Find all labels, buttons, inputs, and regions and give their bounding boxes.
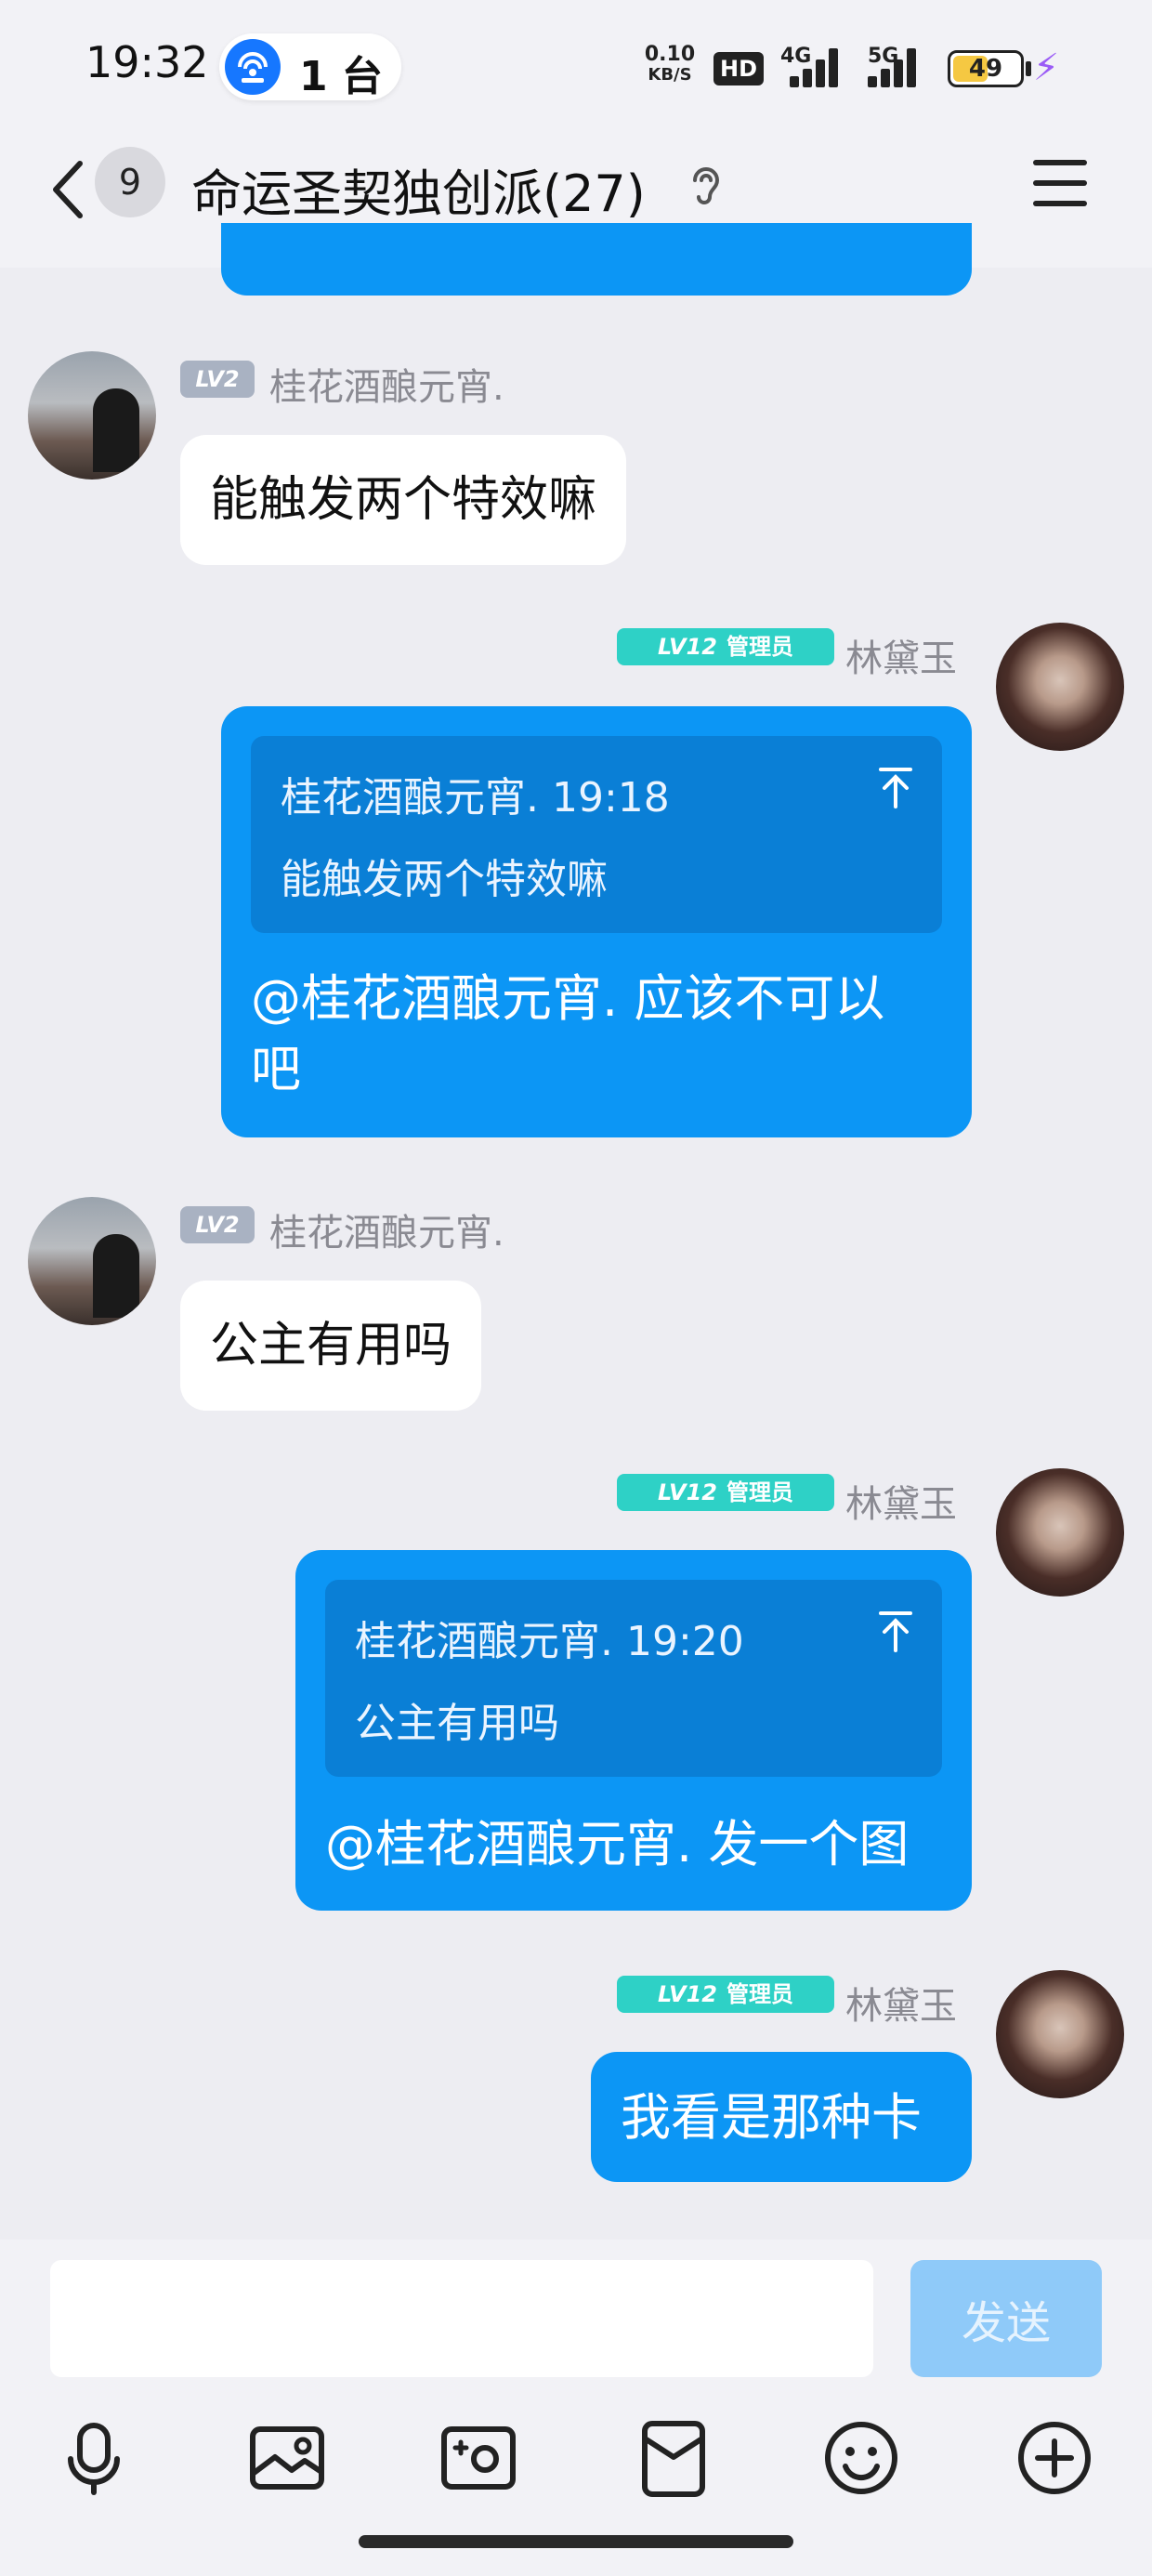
plus-icon[interactable]	[1013, 2416, 1096, 2500]
message-input[interactable]	[50, 2260, 873, 2377]
chevron-left-icon	[53, 161, 83, 218]
previous-message-bubble	[221, 223, 972, 296]
quote-header: 桂花酒酿元宵. 19:18	[281, 774, 670, 821]
hotspot-icon	[225, 39, 281, 95]
message-bubble[interactable]: 能触发两个特效嘛	[180, 435, 627, 565]
message-bubble[interactable]: 公主有用吗	[180, 1281, 482, 1411]
level-label: LV12	[658, 1479, 717, 1505]
sender-name[interactable]: 林黛玉	[845, 1976, 957, 2030]
avatar[interactable]	[28, 351, 156, 480]
avatar[interactable]	[996, 623, 1124, 751]
sender-name[interactable]: 桂花酒酿元宵.	[269, 357, 504, 411]
status-time: 19:32	[85, 37, 209, 87]
role-badge: LV12 管理员	[617, 628, 834, 665]
message-text-line: @桂花酒酿元宵. 应该不可以	[251, 969, 885, 1028]
level-label: LV12	[658, 634, 717, 660]
quote-header: 桂花酒酿元宵. 19:20	[355, 1618, 744, 1665]
ear-icon[interactable]	[686, 160, 727, 212]
microphone-icon[interactable]	[52, 2416, 136, 2500]
sender-name[interactable]: 林黛玉	[845, 628, 957, 682]
hd-voice-icon: HD	[713, 52, 764, 85]
message-bubble[interactable]: 桂花酒酿元宵. 19:18 能触发两个特效嘛 @桂花酒酿元宵. 应该不可以 吧	[221, 706, 972, 1137]
network-speed-unit: KB/S	[648, 65, 692, 85]
avatar[interactable]	[996, 1468, 1124, 1597]
role-label: 管理员	[726, 634, 793, 660]
message-bubble[interactable]: 我看是那种卡	[591, 2052, 972, 2182]
sender-name[interactable]: 林黛玉	[845, 1474, 957, 1528]
signal-4g-icon: 4G	[780, 45, 864, 87]
message-text: 我看是那种卡	[621, 2088, 922, 2147]
quote-text: 能触发两个特效嘛	[281, 856, 608, 903]
quoted-message[interactable]: 桂花酒酿元宵. 19:18 能触发两个特效嘛	[251, 736, 942, 933]
battery-level: 49	[968, 55, 1003, 83]
page-title[interactable]: 命运圣契独创派(27)	[191, 152, 646, 226]
message-bubble[interactable]: 桂花酒酿元宵. 19:20 公主有用吗 @桂花酒酿元宵. 发一个图	[295, 1550, 972, 1911]
role-label: 管理员	[726, 1981, 793, 2007]
red-packet-icon[interactable]	[632, 2416, 715, 2500]
arrow-up-icon	[879, 768, 912, 808]
role-badge: LV12 管理员	[617, 1976, 834, 2013]
battery-icon: 49	[948, 50, 1024, 87]
level-badge: LV2	[180, 361, 255, 398]
quoted-message[interactable]: 桂花酒酿元宵. 19:20 公主有用吗	[325, 1580, 942, 1777]
quote-text: 公主有用吗	[355, 1700, 559, 1747]
signal-5g-icon: 5G	[855, 45, 938, 87]
network-speed-value: 0.10	[644, 43, 696, 66]
avatar[interactable]	[28, 1197, 156, 1325]
signal-4g-label: 4G	[780, 45, 812, 68]
arrow-up-icon	[879, 1611, 912, 1652]
menu-button[interactable]	[1033, 156, 1091, 212]
message-text-line: @桂花酒酿元宵. 发一个图	[325, 1815, 910, 1873]
message-text-line: 吧	[251, 1040, 301, 1098]
level-label: LV12	[658, 1981, 717, 2007]
send-button[interactable]: 发送	[910, 2260, 1102, 2377]
home-indicator[interactable]	[359, 2535, 793, 2548]
status-bar: 19:32 1 台 0.10 KB/S HD 4G 5G 49 ⚡	[0, 0, 1152, 138]
image-icon[interactable]	[245, 2416, 329, 2500]
camera-icon[interactable]	[437, 2416, 520, 2500]
hotspot-label: 1 台	[299, 53, 383, 100]
emoji-icon[interactable]	[819, 2416, 903, 2500]
avatar[interactable]	[996, 1970, 1124, 2098]
role-label: 管理员	[726, 1479, 793, 1505]
unread-count-badge[interactable]: 9	[95, 147, 165, 217]
charging-icon: ⚡	[1033, 46, 1060, 89]
back-button[interactable]	[43, 152, 98, 227]
hotspot-indicator[interactable]: 1 台	[219, 33, 401, 100]
input-bar: 发送	[0, 2240, 1152, 2576]
role-badge: LV12 管理员	[617, 1474, 834, 1511]
level-badge: LV2	[180, 1206, 255, 1243]
sender-name[interactable]: 桂花酒酿元宵.	[269, 1203, 504, 1256]
network-speed: 0.10 KB/S	[641, 45, 699, 85]
battery-nub	[1026, 61, 1031, 76]
